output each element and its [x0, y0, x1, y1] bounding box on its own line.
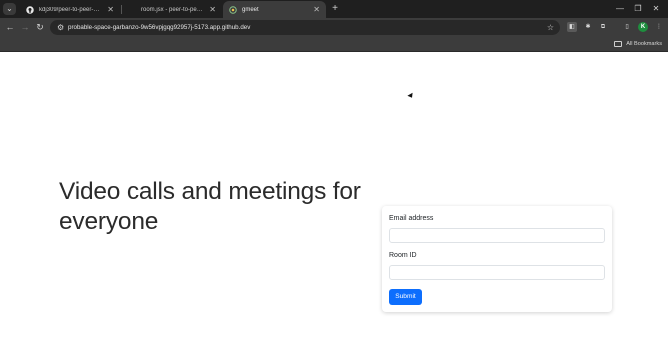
email-field[interactable]: [389, 228, 605, 243]
back-icon[interactable]: ←: [4, 21, 16, 33]
side-panel-icon[interactable]: ▯: [622, 22, 632, 32]
avatar[interactable]: K: [638, 22, 648, 32]
reload-icon[interactable]: ↻: [34, 21, 46, 33]
browser-toolbar: ← → ↻ ⚙ probable-space-garbanzo-9w56vpjg…: [0, 18, 668, 37]
vite-icon: [229, 5, 237, 14]
bookmarks-bar: All Bookmarks: [0, 37, 668, 52]
extension-icon[interactable]: ◧: [567, 22, 577, 32]
site-info-icon[interactable]: ⚙: [57, 21, 64, 34]
close-icon[interactable]: ✕: [209, 5, 216, 14]
close-icon[interactable]: ✕: [313, 5, 320, 14]
all-bookmarks-button[interactable]: All Bookmarks: [614, 37, 662, 51]
tab-github[interactable]: kdj309/peer-to-peer-video-ch ✕: [20, 1, 120, 18]
tab-room-jsx[interactable]: room.jsx - peer-to-peer-video- ✕: [122, 1, 222, 18]
extensions-puzzle-icon[interactable]: ⧉: [598, 22, 608, 32]
menu-kebab-icon[interactable]: ⋮: [654, 22, 664, 32]
hero-heading: Video calls and meetings for everyone: [59, 178, 361, 235]
tab-search-icon[interactable]: ⌄: [3, 3, 16, 15]
extension-settings-icon[interactable]: ✱: [583, 22, 593, 32]
new-tab-button[interactable]: +: [329, 3, 341, 15]
address-bar[interactable]: ⚙ probable-space-garbanzo-9w56vpjgqg9295…: [50, 20, 560, 35]
url-text: probable-space-garbanzo-9w56vpjgqg92957j…: [68, 24, 251, 31]
bookmark-star-icon[interactable]: ☆: [547, 20, 554, 35]
folder-icon: [614, 41, 623, 47]
forward-icon[interactable]: →: [19, 21, 31, 33]
vscode-icon: [128, 6, 136, 14]
tab-title: kdj309/peer-to-peer-video-ch: [39, 6, 102, 13]
tab-title: room.jsx - peer-to-peer-video-: [141, 6, 203, 13]
restore-icon[interactable]: ❐: [630, 2, 646, 16]
page-content: Video calls and meetings for everyone Em…: [0, 53, 668, 360]
room-id-label: Room ID: [389, 252, 417, 259]
window-close-icon[interactable]: ✕: [648, 2, 664, 16]
tab-title: gmeet: [242, 6, 259, 13]
minimize-icon[interactable]: —: [612, 2, 628, 16]
tab-gmeet[interactable]: gmeet ✕: [223, 1, 326, 18]
github-icon: [26, 5, 34, 14]
email-label: Email address: [389, 215, 434, 222]
tab-strip: ⌄ kdj309/peer-to-peer-video-ch ✕ room.js…: [0, 0, 668, 18]
submit-button[interactable]: Submit: [389, 289, 422, 305]
room-id-field[interactable]: [389, 265, 605, 280]
join-form-card: Email address Room ID Submit: [382, 206, 612, 312]
close-icon[interactable]: ✕: [107, 5, 114, 14]
all-bookmarks-label: All Bookmarks: [626, 41, 662, 47]
